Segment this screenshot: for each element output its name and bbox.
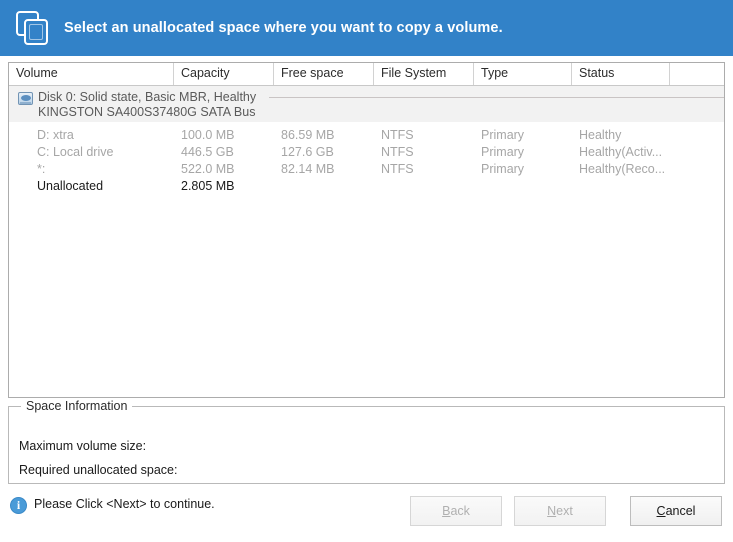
- cancel-button-label: ancel: [665, 504, 696, 518]
- cell-volume: *:: [37, 161, 46, 176]
- cell-file-system: NTFS: [381, 144, 414, 159]
- status-text: Please Click <Next> to continue.: [34, 497, 215, 511]
- cell-free-space: 127.6 GB: [281, 144, 334, 159]
- cell-volume: D: xtra: [37, 127, 74, 142]
- cell-file-system: NTFS: [381, 127, 414, 142]
- space-information-panel: Space Information Maximum volume size: R…: [8, 399, 725, 484]
- table-row[interactable]: C: Local drive 446.5 GB 127.6 GB NTFS Pr…: [9, 143, 724, 160]
- cell-capacity: 100.0 MB: [181, 127, 235, 142]
- column-header-status[interactable]: Status: [572, 63, 670, 85]
- volume-list-panel[interactable]: Volume Capacity Free space File System T…: [8, 62, 725, 398]
- cell-type: Primary: [481, 161, 525, 176]
- cell-free-space: 82.14 MB: [281, 161, 335, 176]
- cell-type: Primary: [481, 144, 525, 159]
- next-button-mnemonic: N: [547, 504, 557, 518]
- column-header-capacity[interactable]: Capacity: [174, 63, 274, 85]
- column-header-type[interactable]: Type: [474, 63, 572, 85]
- next-button-label: ext: [556, 504, 573, 518]
- cell-type: Primary: [481, 127, 525, 142]
- next-button[interactable]: Next: [514, 496, 606, 526]
- table-row[interactable]: *: 522.0 MB 82.14 MB NTFS Primary Health…: [9, 160, 724, 177]
- banner-title: Select an unallocated space where you wa…: [64, 20, 503, 36]
- disk-group-line2: KINGSTON SA400S37480G SATA Bus: [38, 104, 256, 119]
- cell-file-system: NTFS: [381, 161, 414, 176]
- required-unallocated-space-label: Required unallocated space:: [19, 463, 178, 477]
- volume-table-header: Volume Capacity Free space File System T…: [9, 63, 724, 86]
- column-header-file-system[interactable]: File System: [374, 63, 474, 85]
- disk-group-row[interactable]: Disk 0: Solid state, Basic MBR, Healthy …: [9, 86, 724, 122]
- space-information-legend: Space Information: [21, 399, 133, 413]
- cell-status: Healthy(Activ...: [579, 144, 663, 159]
- cell-volume: C: Local drive: [37, 144, 114, 159]
- cell-volume: Unallocated: [37, 178, 104, 193]
- disk-group-line1: Disk 0: Solid state, Basic MBR, Healthy: [38, 90, 257, 104]
- maximum-volume-size-label: Maximum volume size:: [19, 439, 147, 453]
- cancel-button[interactable]: Cancel: [630, 496, 722, 526]
- column-header-free-space[interactable]: Free space: [274, 63, 374, 85]
- cancel-button-mnemonic: C: [656, 504, 666, 518]
- header-banner: Select an unallocated space where you wa…: [0, 0, 733, 56]
- back-button-label: ack: [450, 504, 470, 518]
- disk-group-rule: [269, 97, 724, 98]
- volume-rows: D: xtra 100.0 MB 86.59 MB NTFS Primary H…: [9, 122, 724, 194]
- cell-status: Healthy(Reco...: [579, 161, 666, 176]
- table-row[interactable]: D: xtra 100.0 MB 86.59 MB NTFS Primary H…: [9, 126, 724, 143]
- info-icon: i: [10, 497, 27, 514]
- hard-disk-icon: [18, 92, 33, 105]
- copy-volume-icon: [14, 10, 52, 46]
- cell-free-space: 86.59 MB: [281, 127, 335, 142]
- column-header-volume[interactable]: Volume: [9, 63, 174, 85]
- back-button[interactable]: Back: [410, 496, 502, 526]
- cell-capacity: 522.0 MB: [181, 161, 235, 176]
- cell-capacity: 446.5 GB: [181, 144, 234, 159]
- column-header-extra[interactable]: [670, 63, 724, 85]
- cell-status: Healthy: [579, 127, 622, 142]
- table-row-unallocated[interactable]: Unallocated 2.805 MB: [9, 177, 724, 194]
- cell-capacity: 2.805 MB: [181, 178, 235, 193]
